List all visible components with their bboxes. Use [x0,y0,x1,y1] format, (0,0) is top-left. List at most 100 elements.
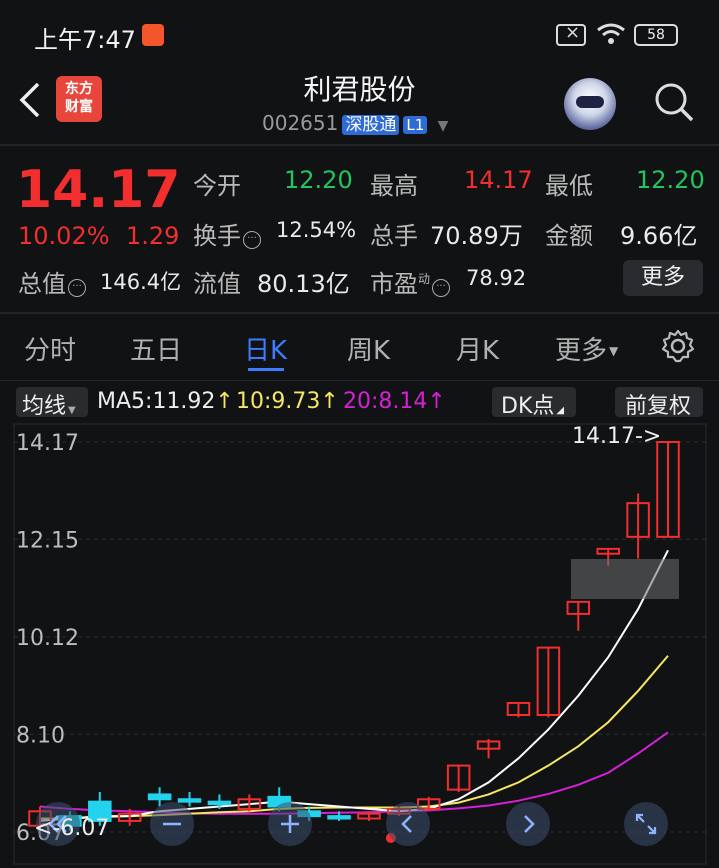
search-icon [655,83,694,122]
adjust-mode-button[interactable]: 前复权 [615,387,703,419]
high-label: 最高 [370,172,418,200]
turnover-label[interactable]: 换手 ··· [193,216,263,251]
candle-body [207,800,232,806]
caret-down-icon: ▼ [609,344,619,358]
active-tab-indicator [248,368,284,371]
logo-line1: 东方 [65,81,93,97]
mcap-label[interactable]: 总值 ··· [18,264,88,299]
battery-icon: 58 [634,24,678,46]
status-bar: 上午7:47 58 [0,0,719,62]
zoom-in-button[interactable] [268,802,312,846]
status-time: 上午7:47 [34,26,136,54]
back-button[interactable] [16,80,46,120]
candle-body [147,793,172,801]
caret-down-icon: ▼ [68,405,76,416]
ma20-legend: 20:8.14↑ [343,389,446,414]
ma5-legend: MA5:11.92↑ [97,389,234,414]
info-icon: ··· [243,231,261,249]
settings-button[interactable] [660,328,696,364]
chevron-left-icon [19,82,40,118]
ma5-value: MA5:11.92 [97,389,216,414]
caret-down-icon: ▼ [437,118,449,134]
tab-weekly-k[interactable]: 周K [347,330,390,367]
float-label: 流值 [193,270,241,298]
amount-label: 金额 [545,222,593,250]
eastmoney-logo[interactable]: 东方 财富 [56,76,102,122]
open-label: 今开 [193,172,241,200]
volume-value: 70.89万 [430,222,523,250]
search-button[interactable] [652,80,696,124]
pe-label-text: 市盈 [370,270,418,298]
minus-icon [163,822,181,826]
turnover-value: 12.54% [276,218,357,242]
change-percent: 10.02% [18,222,110,250]
kline-svg: 14.1712.1510.128.106.07 [13,423,707,865]
logo-line2: 财富 [65,99,93,115]
pe-label[interactable]: 市盈动··· [370,264,452,299]
turnover-label-text: 换手 [193,222,241,250]
candle-body [327,815,351,820]
tab-five-day[interactable]: 五日 [130,330,182,367]
current-price: 14.17 [16,160,181,220]
ma20-value: 20:8.14 [343,389,428,414]
corner-triangle-icon: ◢ [556,405,565,416]
y-tick-label: 8.10 [16,723,65,748]
assistant-robot-icon[interactable] [564,78,616,130]
high-value: 14.17 [464,166,533,194]
zoom-out-button[interactable] [150,802,194,846]
mcap-label-text: 总值 [18,270,66,298]
stock-header: 利君股份 东方 财富 002651 深股通 L1 ▼ [0,62,719,144]
arrow-up-icon: ↑ [215,389,234,414]
stock-code: 002651 [262,111,339,135]
change-amount: 1.29 [126,222,180,250]
tab-monthly-k[interactable]: 月K [456,330,499,367]
volume-label: 总手 [370,222,418,250]
pe-value: 78.92 [466,266,527,290]
price-highlight-band [571,559,679,599]
info-icon: ··· [68,279,86,297]
y-tick-label: 12.15 [16,528,79,553]
level-tag: L1 [403,116,428,134]
ma10-value: 10:9.73 [236,389,321,414]
info-icon: ··· [432,279,451,297]
tab-intraday[interactable]: 分时 [24,330,76,367]
dk-point-button[interactable]: DK点 ◢ [492,387,576,419]
mcap-value: 146.4亿 [100,270,182,294]
low-value: 12.20 [636,166,705,194]
step-right-button[interactable] [506,802,550,846]
divider [0,312,719,314]
chevron-left-icon [401,815,412,833]
pe-superscript: 动 [418,272,431,286]
step-left-button[interactable] [386,802,430,846]
more-quote-button[interactable]: 更多 [623,260,703,296]
no-sim-icon [556,22,586,46]
fullscreen-button[interactable] [624,802,668,846]
indicator-mode-select[interactable]: 均线 ▼ [16,387,88,419]
gear-icon [661,329,695,363]
min-price-marker: <-6.07 [34,816,110,841]
kline-chart[interactable]: 14.1712.1510.128.106.07 14.17-> <-6.07 [0,422,719,868]
low-label: 最低 [545,172,593,200]
dk-label: DK点 [501,394,555,419]
max-price-marker: 14.17-> [572,424,662,449]
amount-value: 9.66亿 [620,222,698,250]
divider [0,144,719,146]
wifi-icon [596,22,626,51]
open-value: 12.20 [284,166,353,194]
tab-more[interactable]: 更多 ▼ [555,330,618,367]
plus-icon [281,815,299,833]
y-tick-label: 14.17 [16,431,79,456]
chart-frame [13,423,707,865]
tab-more-label: 更多 [555,336,608,366]
market-tag: 深股通 [342,115,400,135]
float-value: 80.13亿 [257,270,350,298]
stock-subtitle[interactable]: 002651 深股通 L1 ▼ [262,110,448,135]
expand-icon [635,813,657,835]
ma10-legend: 10:9.73↑ [236,389,339,414]
tab-daily-k[interactable]: 日K [244,330,287,367]
ma20-line [39,731,669,815]
chevron-right-icon [524,815,535,833]
divider [0,380,719,381]
arrow-up-icon: ↑ [320,389,339,414]
app-notification-icon [142,24,164,46]
